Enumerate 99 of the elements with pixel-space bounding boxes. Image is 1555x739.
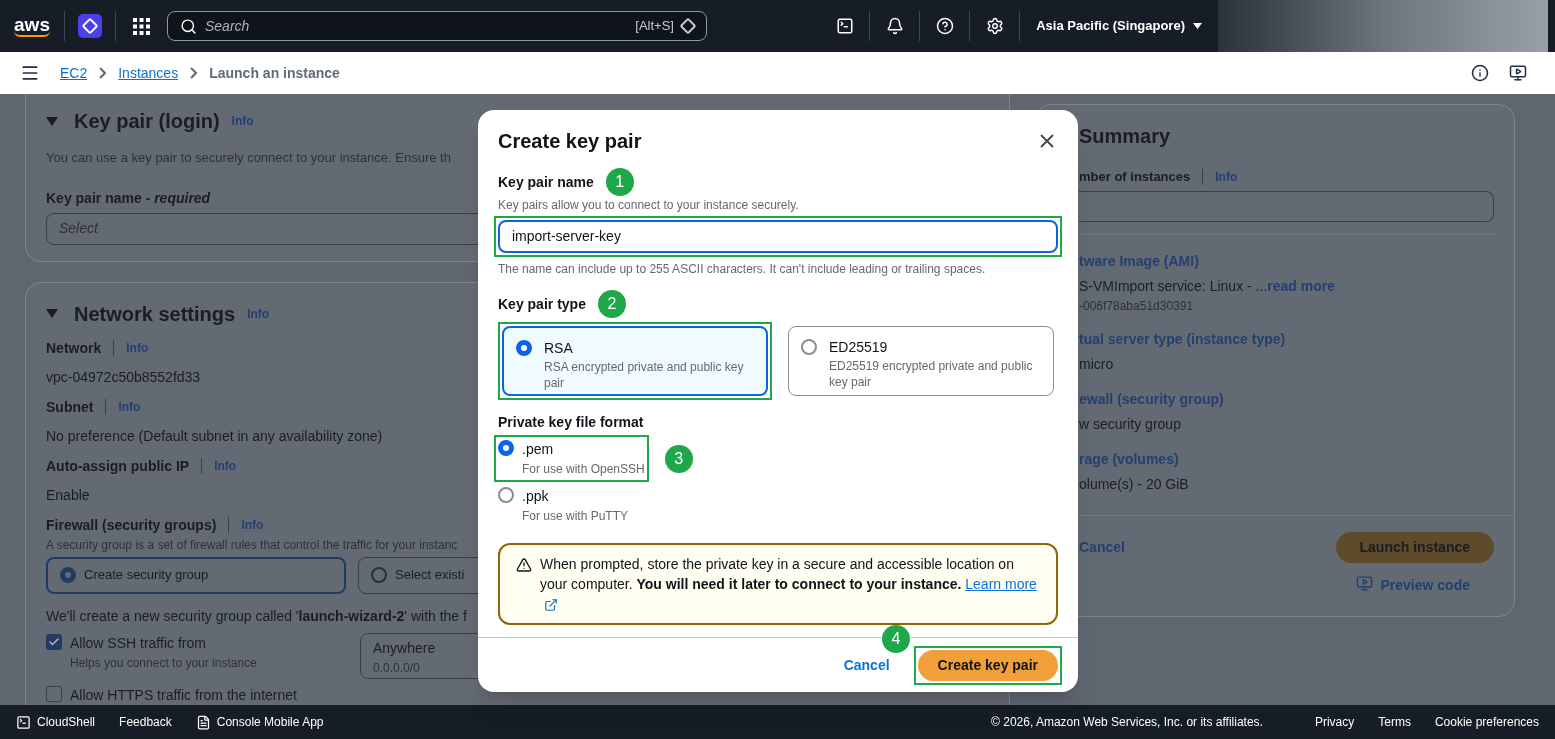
field-label: Firewall (security groups)	[46, 515, 217, 535]
footer-link[interactable]: Privacy	[1314, 713, 1355, 731]
section-title: Network settings	[74, 301, 236, 327]
security-group-note: We'll create a new security group called 'launch-wizard-2' with the f	[46, 606, 467, 626]
radio-button[interactable]	[801, 339, 817, 355]
region-selector[interactable]: Asia Pacific (Singapore)	[1020, 16, 1218, 36]
option-description: ED25519 encrypted private and public key pair	[829, 358, 1034, 390]
field-label: Key pair type	[498, 294, 586, 314]
alert-text: When prompted, store the private key in a secure and accessible location on your computer. You will need it later to connect to your instance. Learn more	[540, 554, 1040, 614]
section-description: You can use a key pair to securely connect to your instance. Ensure th	[46, 149, 451, 167]
checkbox-hint: Helps you connect to your instance	[70, 654, 258, 672]
terminal-icon[interactable]	[835, 17, 854, 35]
radio-button[interactable]	[60, 567, 76, 583]
summary-item-value: w security group	[1079, 414, 1182, 434]
checkbox[interactable]	[46, 633, 62, 650]
field-label: Network	[46, 338, 102, 358]
security-group-option[interactable]: Create security group	[46, 556, 346, 594]
apps-grid-icon[interactable]	[132, 17, 150, 35]
radio-button[interactable]	[498, 487, 514, 503]
summary-item-value: olume(s) - 20 GiB	[1079, 474, 1190, 494]
breadcrumb-link[interactable]: EC2	[60, 62, 88, 84]
terminal-icon[interactable]	[16, 714, 31, 730]
section-title: Key pair (login)	[74, 109, 220, 134]
checkbox[interactable]	[46, 685, 62, 702]
field-value: vpc-04972c50b8552fd33	[46, 367, 201, 387]
footer-link[interactable]: Cookie preferences	[1434, 713, 1539, 731]
instance-count-field[interactable]	[1079, 190, 1494, 222]
breadcrumb-current: Launch an instance	[209, 63, 340, 83]
field-label: Subnet	[46, 397, 94, 417]
radio-button[interactable]	[371, 567, 387, 583]
chevron-right-icon	[190, 67, 198, 79]
cancel-link[interactable]: Cancel	[843, 655, 890, 676]
chevron-right-icon	[99, 67, 107, 79]
option-label: Create security group	[84, 566, 209, 585]
collapse-caret-icon[interactable]	[46, 116, 58, 126]
footer-link[interactable]: Feedback	[119, 713, 172, 731]
file-format-option[interactable]: .pem For use with OpenSSH	[498, 439, 645, 478]
option-label: .pem	[522, 440, 555, 459]
field-label: Key pair name - required	[46, 188, 211, 208]
learn-more-link[interactable]: Learn more	[965, 576, 1037, 592]
footer-link[interactable]: CloudShell	[37, 713, 96, 731]
checkbox-label: Allow SSH traffic from	[70, 633, 207, 653]
radio-button[interactable]	[498, 440, 514, 456]
field-label: mber of instances	[1079, 168, 1191, 186]
collapse-caret-icon[interactable]	[46, 309, 58, 318]
summary-item-value: micro	[1079, 354, 1115, 374]
summary-title: Summary	[1079, 124, 1172, 149]
field-value: No preference (Default subnet in any availability zone)	[46, 426, 383, 446]
search-field[interactable]: Search [Alt+S]	[167, 11, 707, 41]
shortcut-hint: [Alt+S]	[635, 17, 674, 36]
menu-icon[interactable]	[20, 63, 40, 83]
assistant-icon	[679, 17, 697, 35]
document-icon[interactable]	[195, 714, 211, 730]
breadcrumb-link[interactable]: Instances	[118, 62, 179, 84]
dialog-title: Create key pair	[498, 129, 642, 154]
external-link-icon	[544, 598, 558, 613]
option-label: Select existi	[395, 566, 465, 585]
source-value: Anywhere	[373, 638, 437, 658]
field-description: Key pairs allow you to connect to your instance securely.	[498, 197, 800, 214]
key-type-option[interactable]: RSA RSA encrypted private and public key pair	[502, 326, 768, 396]
field-value: Enable	[46, 485, 90, 505]
checkbox-label: Allow HTTPS traffic from the internet	[70, 685, 298, 705]
help-icon[interactable]	[935, 17, 954, 35]
summary-item-detail: -006f78aba51d30391	[1079, 297, 1195, 315]
app-icon[interactable]	[78, 14, 102, 38]
key-type-option[interactable]: ED25519 ED25519 encrypted private and public key pair	[788, 326, 1054, 396]
option-description: For use with OpenSSH	[522, 461, 645, 478]
file-format-option[interactable]: .ppk For use with PuTTY	[498, 486, 629, 525]
radio-button[interactable]	[516, 340, 532, 356]
key-pair-name-input[interactable]: import-server-key	[498, 220, 1058, 253]
info-icon[interactable]	[1471, 64, 1489, 82]
option-label: RSA	[544, 339, 574, 358]
bell-icon[interactable]	[885, 17, 904, 35]
step-number-badge: 1	[605, 168, 634, 196]
settings-icon[interactable]	[985, 17, 1004, 35]
search-placeholder: Search	[205, 16, 251, 36]
field-label: Key pair name	[498, 172, 594, 192]
option-description: For use with PuTTY	[522, 508, 629, 525]
field-label: Auto-assign public IP	[46, 456, 190, 476]
feedback-screen-icon[interactable]	[1509, 64, 1527, 82]
create-key-pair-button[interactable]: Create key pair	[917, 650, 1058, 681]
field-constraint: The name can include up to 255 ASCII characters. It can't include leading or trailing spaces.	[498, 261, 987, 278]
checkmark-icon	[48, 635, 60, 648]
source-detail: 0.0.0.0/0	[373, 659, 421, 677]
option-label: .ppk	[522, 487, 550, 506]
copyright-text: © 2026, Amazon Web Services, Inc. or its affiliates.	[991, 714, 1263, 731]
warning-icon	[516, 557, 532, 573]
step-number-badge: 4	[882, 625, 910, 653]
search-icon	[180, 17, 197, 35]
step-number-badge: 3	[664, 444, 693, 473]
footer-link[interactable]: Console Mobile App	[216, 713, 324, 731]
option-description: RSA encrypted private and public key pair	[544, 359, 745, 391]
summary-item-value: S-VMImport service: Linux - ...read more	[1079, 276, 1336, 296]
field-label: Private key file format	[498, 413, 645, 432]
aws-logo[interactable]: aws	[14, 15, 50, 37]
footer-link[interactable]: Terms	[1378, 713, 1411, 731]
step-number-badge: 2	[597, 290, 626, 318]
option-label: ED25519	[829, 338, 889, 357]
caret-icon	[1193, 23, 1202, 29]
